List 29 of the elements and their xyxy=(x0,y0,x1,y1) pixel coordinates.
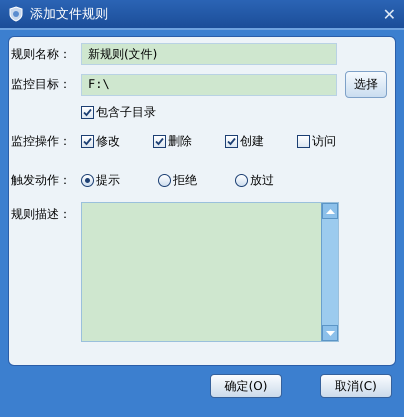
cancel-button[interactable]: 取消(C) xyxy=(320,374,392,398)
operation-checkbox[interactable]: 访问 xyxy=(297,133,369,150)
down-arrow-icon[interactable] xyxy=(326,330,334,336)
close-button[interactable]: ✕ xyxy=(382,4,396,24)
field-label: 监控操作： xyxy=(11,133,72,150)
trigger-radio[interactable]: 拒绝 xyxy=(158,172,235,189)
checkmark-icon xyxy=(227,137,236,146)
field-label: 规则名称： xyxy=(11,46,72,62)
checkmark-icon xyxy=(83,108,92,117)
shield-icon xyxy=(8,6,24,22)
select-button[interactable]: 选择 xyxy=(345,71,387,98)
operation-checkbox[interactable]: 修改 xyxy=(81,133,153,150)
field-label: 触发动作： xyxy=(11,172,72,189)
description-field[interactable] xyxy=(81,202,339,342)
checkmark-icon xyxy=(83,137,92,146)
window-title: 添加文件规则 xyxy=(30,6,109,23)
field-label: 监控目标： xyxy=(11,76,72,93)
scrollbar[interactable] xyxy=(321,203,338,341)
trigger-radio[interactable]: 提示 xyxy=(81,172,158,189)
checkmark-icon xyxy=(155,137,164,146)
field-label: 规则描述： xyxy=(11,206,72,223)
target-field[interactable]: F:\ xyxy=(81,74,337,96)
operation-checkbox[interactable]: 删除 xyxy=(153,133,225,150)
operation-checkbox[interactable]: 创建 xyxy=(225,133,297,150)
rule-name-field[interactable]: 新规则(文件) xyxy=(81,43,337,65)
ok-button[interactable]: 确定(O) xyxy=(210,374,282,398)
include-subfolders-checkbox[interactable]: 包含子目录 xyxy=(81,104,201,121)
trigger-radio[interactable]: 放过 xyxy=(235,172,312,189)
up-arrow-icon[interactable] xyxy=(326,208,334,214)
